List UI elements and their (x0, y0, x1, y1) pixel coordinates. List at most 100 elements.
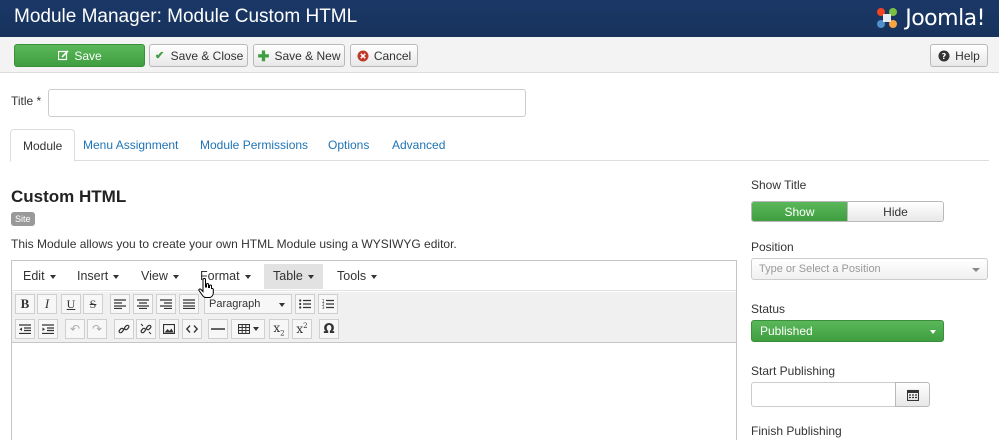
app-header: Module Manager: Module Custom HTML Jooml… (0, 0, 999, 37)
start-publishing-calendar-button[interactable] (895, 382, 930, 407)
source-code-icon[interactable] (182, 319, 202, 339)
hand-cursor-icon (198, 278, 214, 298)
bold-icon[interactable]: B (15, 294, 35, 314)
image-icon[interactable] (159, 319, 179, 339)
chevron-down-icon (244, 274, 251, 279)
chevron-down-icon (930, 330, 936, 334)
check-icon: ✔ (155, 49, 165, 62)
align-right-icon[interactable] (156, 294, 176, 314)
hide-option[interactable]: Hide (847, 202, 943, 221)
status-label: Status (751, 302, 786, 316)
title-label: Title * (11, 94, 42, 108)
menu-view-label: View (141, 269, 168, 283)
menu-table-label: Table (273, 269, 303, 283)
save-button[interactable]: Save (14, 44, 145, 67)
save-close-label: Save & Close (170, 48, 244, 63)
client-badge: Site (11, 212, 35, 226)
format-select-value: Paragraph (209, 298, 261, 310)
svg-text:?: ? (942, 52, 947, 61)
position-label: Position (751, 240, 794, 254)
table-icon[interactable] (231, 319, 265, 339)
underline-icon[interactable]: U (61, 294, 81, 314)
save-new-button[interactable]: ✚ Save & New (253, 44, 345, 67)
show-title-label: Show Title (751, 178, 807, 192)
start-publishing-input[interactable] (751, 382, 895, 407)
edit-icon (57, 50, 69, 62)
editor-toolbar-row-1: B I U S Paragraph 123 (12, 292, 736, 317)
tab-advanced[interactable]: Advanced (380, 129, 457, 161)
superscript-icon[interactable]: x2 (292, 319, 312, 339)
position-select[interactable]: Type or Select a Position (751, 258, 988, 280)
cancel-icon (357, 50, 369, 62)
chevron-down-icon (371, 274, 378, 279)
tab-module-permissions[interactable]: Module Permissions (188, 129, 320, 161)
title-input[interactable] (48, 89, 526, 117)
numbered-list-icon[interactable]: 123 (318, 294, 338, 314)
page-title: Module Manager: Module Custom HTML (14, 6, 358, 27)
finish-publishing-label: Finish Publishing (751, 424, 842, 438)
unlink-icon[interactable] (136, 319, 156, 339)
bullet-list-icon[interactable] (295, 294, 315, 314)
italic-icon[interactable]: I (37, 294, 57, 314)
menu-edit[interactable]: Edit (14, 264, 65, 289)
align-justify-icon[interactable] (179, 294, 199, 314)
brand-name: Joomla! (905, 5, 985, 31)
horizontal-rule-icon[interactable] (208, 319, 228, 339)
cancel-label: Cancel (373, 48, 412, 63)
redo-icon[interactable]: ↷ (87, 319, 107, 339)
format-select[interactable]: Paragraph (204, 294, 292, 314)
chevron-down-icon (252, 327, 259, 331)
module-heading: Custom HTML (11, 187, 127, 206)
help-button[interactable]: ? Help (930, 44, 988, 67)
show-option[interactable]: Show (752, 202, 847, 221)
wysiwyg-editor: Edit Insert View Format Table Tools B I … (11, 260, 737, 440)
action-toolbar: Save ✔ Save & Close ✚ Save & New Cancel … (0, 37, 999, 73)
menu-edit-label: Edit (23, 269, 45, 283)
joomla-logo[interactable]: Joomla! (873, 3, 985, 33)
editor-content-area[interactable] (12, 344, 736, 440)
align-center-icon[interactable] (133, 294, 153, 314)
special-character-icon[interactable]: Ω (319, 319, 339, 339)
tab-menu-assignment[interactable]: Menu Assignment (71, 129, 190, 161)
menu-insert-label: Insert (77, 269, 109, 283)
subscript-icon[interactable]: x2 (269, 319, 289, 339)
align-left-icon[interactable] (110, 294, 130, 314)
strikethrough-icon[interactable]: S (83, 294, 103, 314)
cancel-button[interactable]: Cancel (350, 44, 418, 67)
menu-tools[interactable]: Tools (328, 264, 386, 289)
chevron-down-icon (279, 303, 285, 307)
link-icon[interactable] (114, 319, 134, 339)
start-publishing-label: Start Publishing (751, 364, 836, 378)
menu-table[interactable]: Table (264, 264, 323, 289)
menu-insert[interactable]: Insert (68, 264, 128, 289)
status-value: Published (760, 324, 813, 338)
save-new-label: Save & New (274, 48, 341, 63)
menu-view[interactable]: View (132, 264, 188, 289)
module-tabs: Module Menu Assignment Module Permission… (10, 129, 989, 162)
help-label: Help (955, 48, 980, 63)
menu-tools-label: Tools (337, 269, 367, 283)
indent-icon[interactable] (38, 319, 58, 339)
chevron-down-icon (172, 274, 179, 279)
outdent-icon[interactable] (15, 319, 35, 339)
question-icon: ? (938, 50, 950, 62)
status-select[interactable]: Published (751, 320, 944, 342)
plus-icon: ✚ (257, 47, 270, 64)
joomla-logo-icon (877, 8, 898, 28)
module-description: This Module allows you to create your ow… (11, 237, 457, 251)
editor-menubar: Edit Insert View Format Table Tools (12, 261, 736, 291)
tab-options[interactable]: Options (316, 129, 381, 161)
chevron-down-icon (49, 274, 56, 279)
editor-toolbar-row-2: ↶ ↷ x2 x2 Ω (12, 317, 736, 343)
svg-text:3: 3 (322, 305, 325, 309)
save-close-button[interactable]: ✔ Save & Close (149, 44, 248, 67)
chevron-down-icon (113, 274, 120, 279)
show-title-toggle: Show Hide (751, 201, 944, 222)
position-placeholder: Type or Select a Position (759, 263, 881, 275)
chevron-down-icon (307, 274, 314, 279)
undo-icon[interactable]: ↶ (65, 319, 85, 339)
save-label: Save (74, 48, 102, 63)
calendar-icon (906, 389, 919, 401)
tab-module[interactable]: Module (10, 129, 76, 162)
chevron-down-icon (972, 268, 980, 272)
